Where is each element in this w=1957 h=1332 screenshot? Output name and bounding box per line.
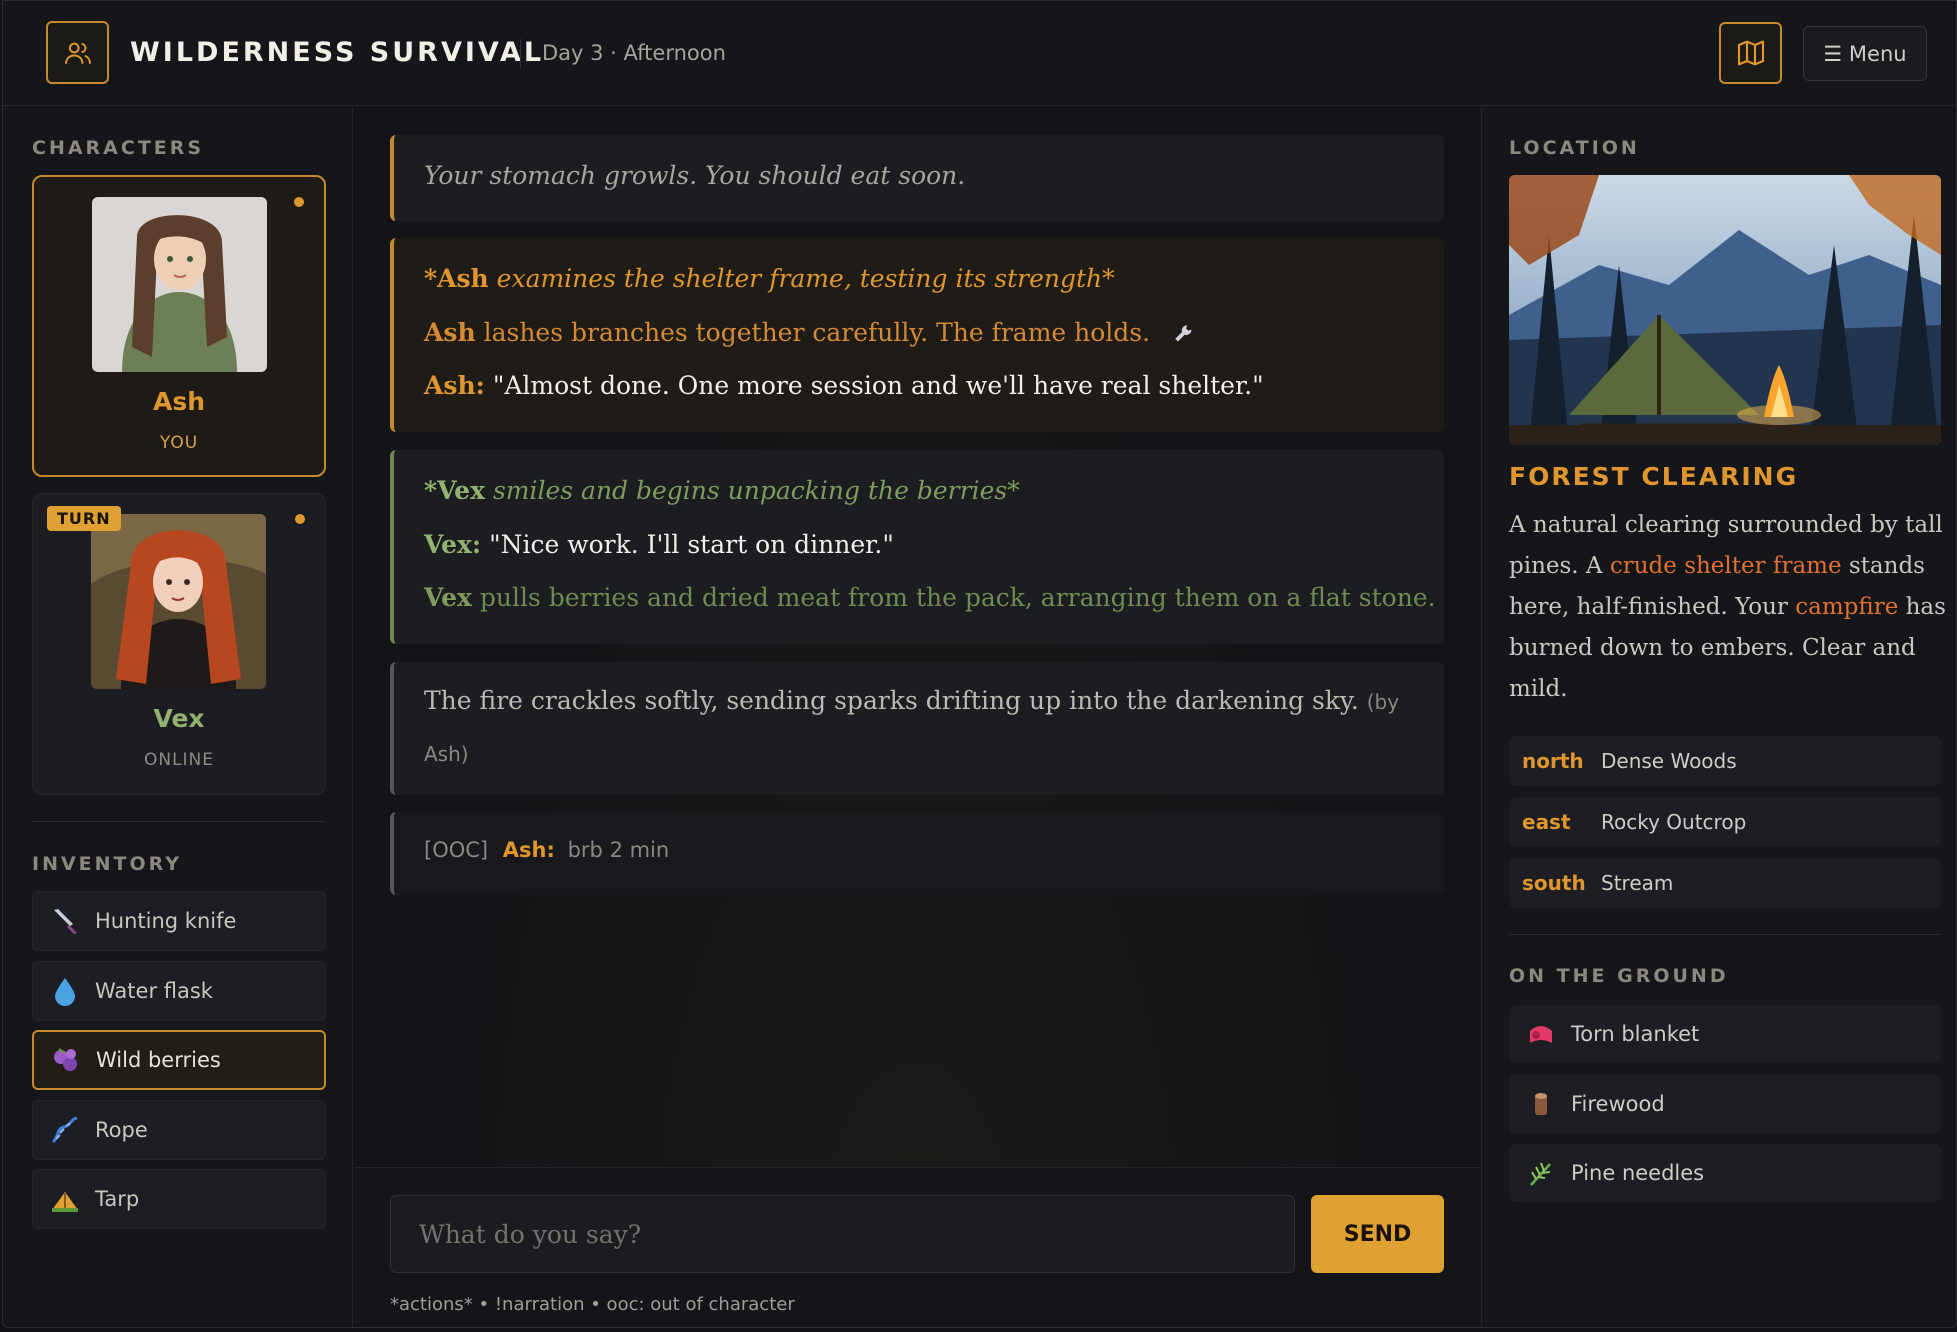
inventory-item-label: Rope	[95, 1118, 148, 1142]
character-status: ONLINE	[143, 750, 215, 770]
character-name: Vex	[153, 704, 205, 733]
shelter-link[interactable]: crude shelter frame	[1610, 553, 1842, 579]
dialogue-text: "Almost done. One more session and we'll…	[484, 371, 1264, 400]
exit-direction: south	[1522, 871, 1586, 895]
tarp-icon	[49, 1183, 81, 1215]
exit-east[interactable]: east Rocky Outcrop	[1509, 797, 1941, 847]
party-button[interactable]	[46, 21, 109, 84]
inventory-item-tarp[interactable]: Tarp	[32, 1169, 326, 1229]
composer: SEND *actions* • !narration • ooc: out o…	[354, 1167, 1480, 1327]
location-description: A natural clearing surrounded by tall pi…	[1509, 512, 1946, 702]
exit-north[interactable]: north Dense Woods	[1509, 736, 1941, 786]
character-card-vex[interactable]: TURN Vex ONLINE	[32, 493, 326, 795]
avatar-ash	[92, 197, 267, 372]
inventory-heading: INVENTORY	[32, 853, 183, 875]
emote-text: pulls berries and dried meat from the pa…	[471, 583, 1436, 612]
ground-heading: ON THE GROUND	[1509, 965, 1729, 987]
berries-icon	[50, 1044, 82, 1076]
exit-destination: Dense Woods	[1601, 749, 1737, 773]
leaf-icon	[1525, 1157, 1557, 1189]
inventory-item-wild-berries[interactable]: Wild berries	[32, 1030, 326, 1090]
message-text: Your stomach growls. You should eat soon…	[424, 161, 966, 190]
blanket-icon	[1525, 1018, 1557, 1050]
speaker-name: Ash:	[424, 371, 485, 400]
ground-item-pine-needles[interactable]: Pine needles	[1509, 1144, 1941, 1202]
ooc-tag: [OOC]	[424, 838, 489, 862]
header-divider	[520, 39, 521, 69]
location-heading: LOCATION	[1509, 137, 1640, 159]
author-tag: (by	[1366, 690, 1400, 714]
rope-icon	[49, 1114, 81, 1146]
left-sidebar: CHARACTERS Ash YOU TURN Vex ONLINE INVEN…	[3, 107, 353, 1327]
action-text: smiles and begins unpacking the berries*	[485, 476, 1020, 505]
exit-direction: east	[1522, 810, 1571, 834]
exit-direction: north	[1522, 749, 1584, 773]
narration-message: Your stomach growls. You should eat soon…	[390, 135, 1444, 221]
inventory-item-label: Water flask	[95, 979, 213, 1003]
inventory-item-rope[interactable]: Rope	[32, 1100, 326, 1160]
inventory-item-label: Tarp	[95, 1187, 140, 1211]
online-dot	[294, 197, 304, 207]
wrench-icon	[1175, 324, 1192, 341]
sidebar-divider	[1509, 934, 1941, 935]
speaker-name: Vex	[424, 583, 472, 612]
right-sidebar: LOCATION FOREST CLEARING A natural clear…	[1481, 107, 1956, 1327]
speaker-name: Ash	[424, 318, 476, 347]
inventory-item-label: Hunting knife	[95, 909, 237, 933]
characters-heading: CHARACTERS	[32, 137, 205, 159]
character-name: Ash	[152, 387, 206, 416]
ground-item-label: Firewood	[1571, 1092, 1665, 1116]
log-icon	[1525, 1088, 1557, 1120]
ooc-message: [OOC] Ash: brb 2 min	[390, 812, 1444, 895]
dialogue-text: "Nice work. I'll start on dinner."	[481, 530, 894, 559]
app-title: WILDERNESS SURVIVAL	[130, 37, 545, 68]
top-bar: WILDERNESS SURVIVAL Day 3 · Afternoon ☰ …	[3, 1, 1956, 106]
time-of-day: Day 3 · Afternoon	[542, 41, 726, 65]
inventory-item-label: Wild berries	[96, 1048, 221, 1072]
message-text: The fire crackles softly, sending sparks…	[424, 686, 1359, 715]
character-status: YOU	[159, 433, 199, 453]
map-button[interactable]	[1719, 22, 1782, 84]
ground-item-label: Torn blanket	[1571, 1022, 1700, 1046]
input-hint: *actions* • !narration • ooc: out of cha…	[390, 1294, 795, 1315]
author-tag-cont: Ash)	[424, 742, 469, 766]
speaker-name: *Vex	[424, 476, 485, 505]
message-input[interactable]	[390, 1195, 1295, 1273]
location-image	[1509, 175, 1941, 445]
inventory-item-hunting-knife[interactable]: Hunting knife	[32, 891, 326, 951]
app-window: WILDERNESS SURVIVAL Day 3 · Afternoon ☰ …	[2, 0, 1957, 1328]
users-icon	[64, 42, 91, 64]
map-icon	[1737, 40, 1764, 66]
menu-button[interactable]: ☰ Menu	[1803, 26, 1927, 81]
speaker-name: Ash:	[502, 838, 555, 862]
speaker-name: *Ash	[424, 264, 489, 293]
emote-text: lashes branches together carefully. The …	[475, 318, 1151, 347]
ground-item-label: Pine needles	[1571, 1161, 1705, 1185]
ooc-text: brb 2 min	[567, 838, 670, 862]
sidebar-divider	[32, 821, 326, 822]
droplet-icon	[49, 975, 81, 1007]
ground-item-firewood[interactable]: Firewood	[1509, 1075, 1941, 1133]
avatar-vex	[91, 514, 266, 689]
character-card-ash[interactable]: Ash YOU	[32, 175, 326, 477]
exit-destination: Stream	[1601, 871, 1674, 895]
inventory-item-water-flask[interactable]: Water flask	[32, 961, 326, 1021]
narration-message: The fire crackles softly, sending sparks…	[390, 662, 1444, 795]
turn-badge: TURN	[47, 506, 121, 531]
knife-icon	[49, 905, 81, 937]
exit-south[interactable]: south Stream	[1509, 858, 1941, 908]
location-name: FOREST CLEARING	[1509, 462, 1799, 491]
online-dot	[295, 514, 305, 524]
chat-panel: Your stomach growls. You should eat soon…	[354, 107, 1480, 1327]
ash-message: *Ash examines the shelter frame, testing…	[390, 238, 1444, 432]
action-text: examines the shelter frame, testing its …	[488, 264, 1115, 293]
vex-message: *Vex smiles and begins unpacking the ber…	[390, 450, 1444, 644]
send-button[interactable]: SEND	[1311, 1195, 1444, 1273]
campfire-link[interactable]: campfire	[1795, 594, 1898, 620]
exit-destination: Rocky Outcrop	[1601, 810, 1747, 834]
speaker-name: Vex:	[424, 530, 482, 559]
ground-item-torn-blanket[interactable]: Torn blanket	[1509, 1005, 1941, 1063]
